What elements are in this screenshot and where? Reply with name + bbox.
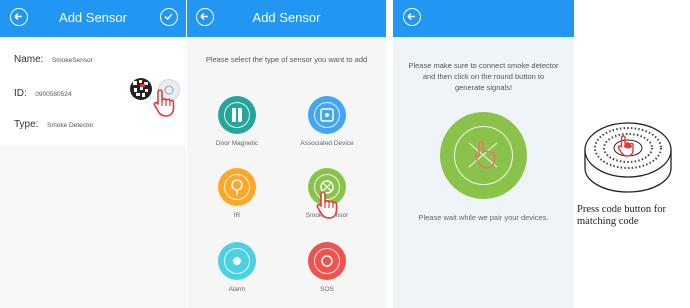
id-label: ID: [14,88,27,99]
sensor-ir[interactable]: IR [197,168,277,219]
name-row: Name: SmokeSensor [14,54,93,65]
sensor-label: SOS [320,286,334,293]
sensor-type-screen: Add Sensor Please select the type of sen… [187,0,386,308]
type-row: Type: Smoke Detector [14,119,94,130]
back-arrow-icon [407,12,415,21]
sensor-label: Alarm [228,286,246,293]
pointing-hand-icon [153,89,175,117]
type-label: Type: [14,119,39,130]
name-field[interactable]: SmokeSensor [52,57,93,64]
alarm-icon [218,242,256,280]
device-caption: Press code button for matching code [577,204,666,227]
door-magnetic-icon [218,96,256,134]
qr-code-icon [130,78,152,100]
waiting-text: Please wait while we pair your devices. [418,213,549,222]
select-prompt: Please select the type of sensor you wan… [205,55,368,64]
ir-icon [218,168,256,206]
instruction-text: Please make sure to connect smoke detect… [408,61,559,92]
sensor-label: Door Magnetic [215,140,259,147]
check-icon [164,13,173,21]
sensor-label: Associated Device [300,140,354,147]
associated-device-icon [308,96,346,134]
name-label: Name: [14,54,44,65]
sensor-sos[interactable]: SOS [287,242,367,293]
confirm-button[interactable] [160,8,178,26]
tap-hand-icon [474,141,496,169]
type-field: Smoke Detector [46,122,94,129]
sensor-door-magnetic[interactable]: Door Magnetic [197,96,277,147]
id-field[interactable]: 0900580524 [35,91,71,98]
header-bar: Add Sensor [187,0,386,37]
header-bar [393,0,574,37]
page-title: Add Sensor [252,10,321,25]
add-sensor-form-screen: Add Sensor Name: SmokeSensor ID: 0900580… [0,0,186,308]
sensor-alarm[interactable]: Alarm [197,242,277,293]
id-row: ID: 0900580524 [14,88,71,99]
page-title: Add Sensor [59,10,127,25]
pairing-screen: Please make sure to connect smoke detect… [393,0,574,308]
back-button[interactable] [403,8,421,26]
smoke-detector-device-icon [584,122,672,193]
pointing-hand-icon [316,191,338,219]
sensor-label: IR [233,212,241,219]
pair-button[interactable] [440,112,527,199]
sensor-associated-device[interactable]: Associated Device [287,96,367,147]
header-bar: Add Sensor [0,0,186,37]
sos-icon [308,242,346,280]
